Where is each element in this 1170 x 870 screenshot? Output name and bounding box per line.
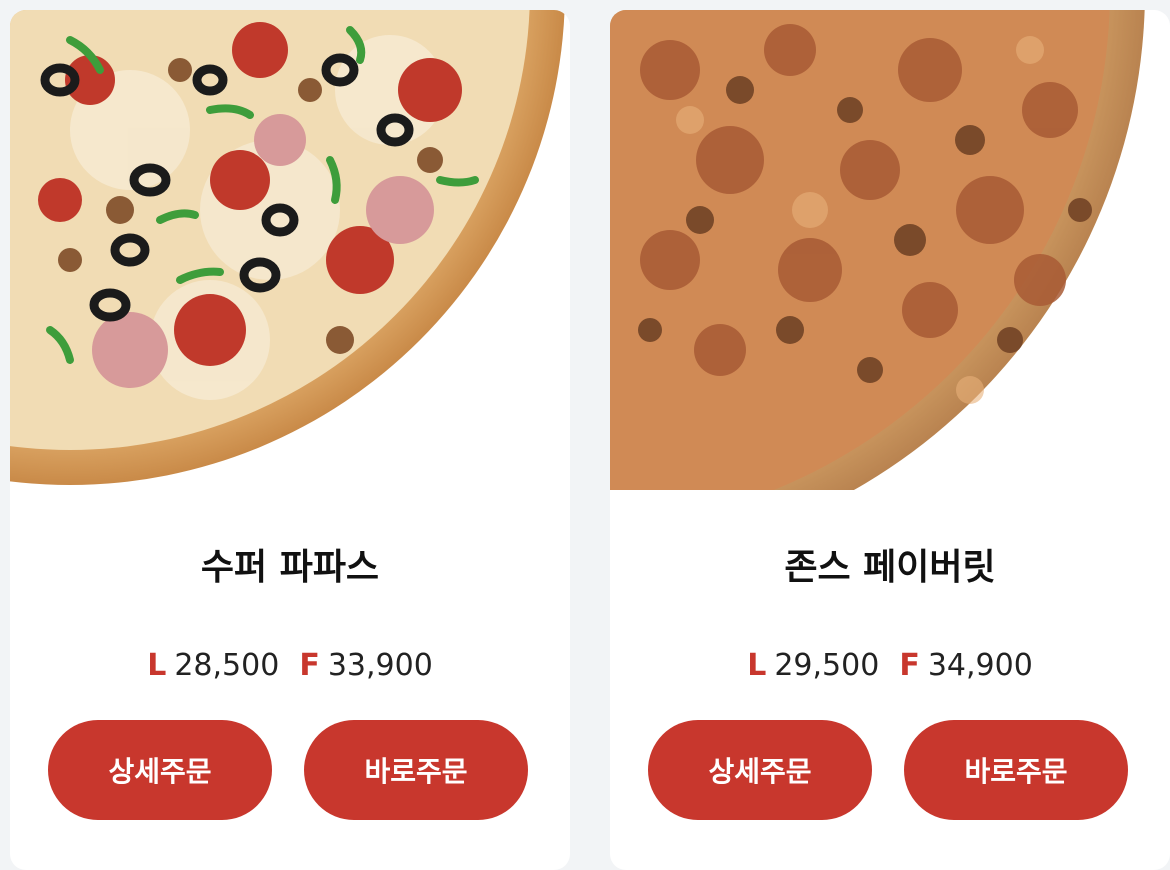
price-value: 28,500 [174, 648, 280, 683]
size-label: L [147, 648, 167, 683]
pizza-image-johns-favorite[interactable] [610, 10, 1170, 490]
price-value: 33,900 [327, 648, 433, 683]
size-label: F [299, 648, 320, 683]
price-value: 29,500 [774, 648, 880, 683]
product-name[interactable]: 존스 페이버릿 [610, 538, 1170, 590]
pizza-image-super-papas[interactable] [10, 10, 570, 490]
price-row: L 29,500 F 34,900 [610, 648, 1170, 683]
detail-order-button[interactable]: 상세주문 [648, 720, 872, 820]
quick-order-button[interactable]: 바로주문 [304, 720, 528, 820]
detail-order-button[interactable]: 상세주문 [48, 720, 272, 820]
price-row: L 28,500 F 33,900 [10, 648, 570, 683]
product-card-super-papas: 수퍼 파파스 L 28,500 F 33,900 상세주문 바로주문 [10, 10, 570, 870]
price-value: 34,900 [927, 648, 1033, 683]
size-label: L [747, 648, 767, 683]
product-card-johns-favorite: 존스 페이버릿 L 29,500 F 34,900 상세주문 바로주문 [610, 10, 1170, 870]
size-label: F [899, 648, 920, 683]
quick-order-button[interactable]: 바로주문 [904, 720, 1128, 820]
product-name[interactable]: 수퍼 파파스 [10, 538, 570, 590]
